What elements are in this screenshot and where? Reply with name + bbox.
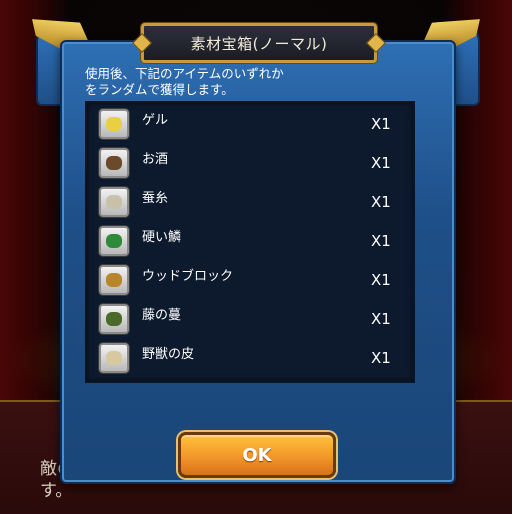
description-line-1: 使用後、下記のアイテムのいずれか — [85, 66, 284, 81]
beast-hide-icon — [99, 343, 129, 373]
item-name: 野獣の皮 — [142, 347, 195, 362]
item-quantity: X1 — [371, 232, 391, 250]
sake-icon — [99, 148, 129, 178]
list-item: 蚕糸 X1 — [87, 181, 413, 220]
scale-icon — [99, 226, 129, 256]
dialog-description: 使用後、下記のアイテムのいずれか をランダムで獲得します。 — [85, 66, 415, 98]
item-quantity: X1 — [371, 310, 391, 328]
ok-button[interactable]: OK — [178, 432, 336, 478]
description-line-2: をランダムで獲得します。 — [85, 82, 234, 97]
item-quantity: X1 — [371, 115, 391, 133]
item-name: ウッドブロック — [142, 269, 234, 284]
silk-icon — [99, 187, 129, 217]
list-item: お酒 X1 — [87, 142, 413, 181]
list-item: 野獣の皮 X1 — [87, 337, 413, 376]
item-name: ゲル — [142, 113, 169, 128]
dialog-title: 素材宝箱(ノーマル) — [190, 34, 328, 53]
list-item: 藤の蔓 X1 — [87, 298, 413, 337]
item-quantity: X1 — [371, 271, 391, 289]
item-name: 蚕糸 — [142, 191, 169, 206]
list-item: 硬い鱗 X1 — [87, 220, 413, 259]
item-quantity: X1 — [371, 349, 391, 367]
ok-button-label: OK — [242, 444, 272, 466]
item-name: 硬い鱗 — [142, 230, 182, 245]
vine-icon — [99, 304, 129, 334]
wood-block-icon — [99, 265, 129, 295]
reward-list: ゲル X1 お酒 X1 蚕糸 X1 硬い鱗 X1 ウッドブロック X1 藤の蔓 … — [85, 101, 415, 383]
item-quantity: X1 — [371, 193, 391, 211]
item-quantity: X1 — [371, 154, 391, 172]
item-name: お酒 — [142, 152, 169, 167]
item-name: 藤の蔓 — [142, 308, 182, 323]
list-item: ゲル X1 — [87, 103, 413, 142]
gel-icon — [99, 109, 129, 139]
dialog-title-plate: 素材宝箱(ノーマル) — [141, 23, 377, 63]
list-item: ウッドブロック X1 — [87, 259, 413, 298]
